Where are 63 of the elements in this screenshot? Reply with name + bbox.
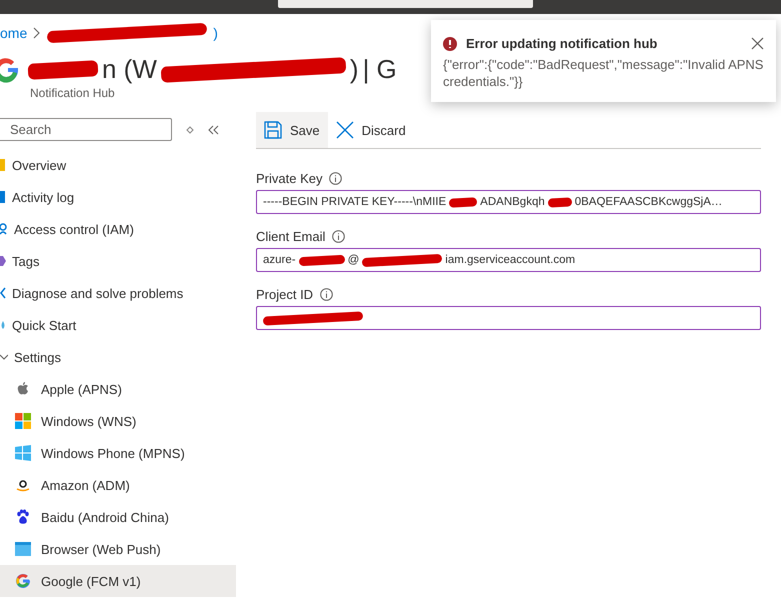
sidebar-item[interactable]: Overview — [0, 149, 236, 181]
sidebar-item[interactable]: Windows Phone (MPNS) — [0, 437, 236, 469]
input-field[interactable] — [256, 306, 761, 330]
sidebar-item[interactable]: Browser (Web Push) — [0, 533, 236, 565]
info-icon — [320, 288, 334, 300]
google-icon — [0, 56, 18, 84]
save-button[interactable]: Save — [256, 112, 328, 148]
sidebar-item[interactable]: Windows (WNS) — [0, 405, 236, 437]
value-text: n (W — [102, 54, 157, 85]
field-label: Private Key — [256, 170, 322, 186]
input-field[interactable]: azure- @ iam.gserviceaccount.com — [256, 248, 761, 272]
value-text: 0BAQEFAASCBKcwggSjA… — [574, 196, 722, 208]
search-field[interactable]: Search — [0, 118, 172, 141]
value-text: -----BEGIN PRIVATE KEY-----\nMIIE — [263, 196, 446, 208]
redaction-mark — [448, 196, 478, 208]
close-icon[interactable] — [751, 37, 764, 50]
save-icon — [264, 121, 282, 139]
input-field[interactable]: -----BEGIN PRIVATE KEY-----\nMIIE ADANBgkqh 0BAQEFAASCBKcwggSjA… — [256, 190, 761, 214]
chevron-down-icon — [0, 353, 8, 361]
search-field[interactable] — [278, 0, 533, 8]
windows-icon — [15, 445, 31, 461]
info-icon — [329, 172, 342, 184]
sidebar-item[interactable]: Quick Start — [0, 309, 236, 341]
sidebar-item[interactable]: Tags — [0, 245, 236, 277]
value-text: ) — [350, 54, 359, 85]
field-label: Client Email — [256, 228, 326, 244]
chevron-icon — [33, 27, 42, 39]
breadcrumb-link[interactable]: ome — [0, 25, 28, 41]
windows-icon — [15, 413, 31, 429]
sidebar-item[interactable]: Diagnose and solve problems — [0, 277, 236, 309]
value-text: iam.gserviceaccount.com — [445, 254, 576, 266]
value-text: ADANBgkqh — [480, 196, 545, 208]
value-text: @ — [348, 254, 360, 266]
discard-button[interactable]: Discard — [328, 112, 414, 148]
redaction-mark — [548, 196, 572, 208]
sidebar-group[interactable]: Settings — [0, 341, 236, 373]
sidebar-item[interactable]: Amazon (ADM) — [0, 469, 236, 501]
breadcrumb-link[interactable]: ) — [213, 25, 218, 41]
redaction-mark — [298, 254, 345, 266]
sidebar-item[interactable]: Google (FCM v1) — [0, 565, 236, 597]
diamond-icon[interactable] — [186, 126, 194, 134]
paw-icon — [15, 509, 31, 525]
redaction-mark — [28, 60, 98, 80]
error-icon — [443, 36, 457, 50]
apple-icon — [15, 381, 31, 397]
tag-icon — [0, 253, 6, 269]
sidebar-item[interactable]: Baidu (Android China) — [0, 501, 236, 533]
value-text: | G — [362, 54, 397, 85]
person-icon — [0, 221, 8, 237]
page-subtitle: Notification Hub — [30, 86, 116, 100]
field-label: Project ID — [256, 286, 314, 302]
google-icon — [15, 573, 31, 589]
toast-title: Error updating notification hub — [466, 36, 658, 51]
close-icon — [336, 121, 354, 139]
info-icon — [332, 230, 346, 242]
collapse-icon[interactable] — [208, 124, 220, 134]
value-text: azure- — [263, 254, 296, 266]
toast-message: {"error":{"code":"BadRequest","message":"Invalid APNS credentials."}} — [443, 56, 764, 90]
sidebar-item[interactable]: Activity log — [0, 181, 236, 213]
sidebar-item[interactable]: Access control (IAM) — [0, 213, 236, 245]
amazon-icon — [15, 477, 31, 493]
sidebar-item[interactable]: Apple (APNS) — [0, 373, 236, 405]
browser-icon — [15, 541, 31, 557]
